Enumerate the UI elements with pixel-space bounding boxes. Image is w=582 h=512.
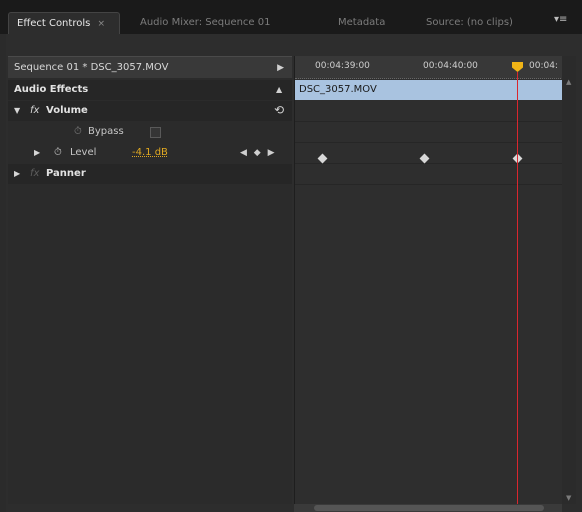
horizontal-scrollbar[interactable] <box>294 504 562 512</box>
effect-timeline[interactable]: 00:04:39:00 00:04:40:00 00:04: DSC_3057.… <box>294 56 563 504</box>
bypass-row: ⏱ Bypass <box>8 122 292 142</box>
tab-metadata[interactable]: Metadata <box>330 12 393 34</box>
show-timeline-arrow-icon[interactable]: ▶ <box>277 57 284 79</box>
row-divider <box>295 121 563 122</box>
expand-volume-triangle-icon[interactable]: ▼ <box>14 101 20 121</box>
tab-audio-mixer[interactable]: Audio Mixer: Sequence 01 <box>132 12 278 34</box>
level-label: Level <box>70 147 97 158</box>
timecode-label: 00:04:39:00 <box>315 61 370 71</box>
tab-source[interactable]: Source: (no clips) <box>418 12 521 34</box>
keyframe[interactable] <box>317 153 328 164</box>
stopwatch-icon[interactable]: ⏱ <box>54 148 64 158</box>
volume-label: Volume <box>46 105 88 116</box>
fx-toggle-icon[interactable]: fx <box>30 164 39 184</box>
keyframe[interactable] <box>419 153 430 164</box>
effect-controls-window: Effect Controls × Audio Mixer: Sequence … <box>0 0 582 512</box>
expand-panner-triangle-icon[interactable]: ▶ <box>14 164 20 184</box>
tab-effect-controls[interactable]: Effect Controls × <box>8 12 120 34</box>
clip-bar[interactable]: DSC_3057.MOV <box>295 80 563 100</box>
scroll-up-icon[interactable]: ▲ <box>566 78 571 86</box>
panner-label: Panner <box>46 168 86 179</box>
bypass-checkbox[interactable] <box>150 127 161 138</box>
sequence-clip-label: Sequence 01 * DSC_3057.MOV <box>14 62 169 73</box>
scrollbar-thumb[interactable] <box>314 505 544 511</box>
level-value[interactable]: -4.1 dB <box>132 143 168 163</box>
keyframe-navigator[interactable]: ◀ ◆ ▶ <box>240 143 277 163</box>
collapse-up-icon[interactable]: ▲ <box>276 80 282 100</box>
volume-effect-row[interactable]: ▼ fx Volume ⟲ <box>8 101 292 121</box>
audio-effects-label: Audio Effects <box>14 84 89 95</box>
playhead-line <box>517 72 518 504</box>
stopwatch-icon: ⏱ <box>74 126 82 137</box>
tab-source-label: Source: (no clips) <box>426 17 513 28</box>
panel-menu-icon[interactable]: ▾≡ <box>554 14 567 25</box>
row-divider <box>295 184 563 185</box>
bypass-label: Bypass <box>88 126 124 137</box>
panel-tab-bar: Effect Controls × Audio Mixer: Sequence … <box>0 0 582 34</box>
timecode-label: 00:04: <box>529 61 558 71</box>
panner-effect-row[interactable]: ▶ fx Panner <box>8 164 292 184</box>
fx-toggle-icon[interactable]: fx <box>30 101 39 121</box>
reset-icon[interactable]: ⟲ <box>274 100 284 120</box>
tab-metadata-label: Metadata <box>338 17 386 28</box>
level-row: ▶ ⏱ Level -4.1 dB ◀ ◆ ▶ <box>8 143 292 163</box>
tab-effect-controls-label: Effect Controls <box>17 18 91 29</box>
sequence-clip-header[interactable]: Sequence 01 * DSC_3057.MOV ▶ <box>8 56 292 78</box>
row-divider <box>295 142 563 143</box>
tab-audio-mixer-label: Audio Mixer: Sequence 01 <box>140 17 271 28</box>
clip-name: DSC_3057.MOV <box>299 84 377 95</box>
vertical-scrollbar[interactable]: ▲ ▼ <box>562 56 576 504</box>
close-icon[interactable]: × <box>98 19 106 29</box>
timecode-label: 00:04:40:00 <box>423 61 478 71</box>
scroll-down-icon[interactable]: ▼ <box>566 494 571 502</box>
audio-effects-row: Audio Effects ▲ <box>8 80 292 100</box>
expand-level-triangle-icon[interactable]: ▶ <box>34 143 40 163</box>
row-divider <box>295 163 563 164</box>
